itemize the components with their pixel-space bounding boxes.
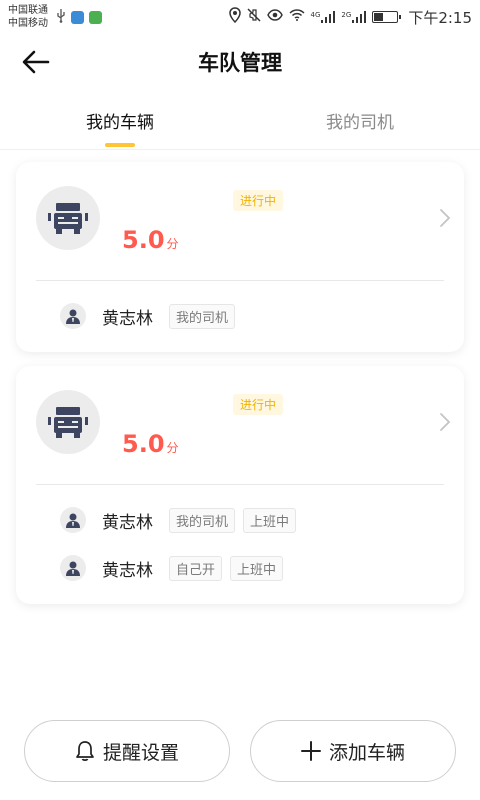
driver-tag: 我的司机 — [169, 507, 236, 533]
system-icons: 4G 2G 下午2:15 — [228, 7, 472, 28]
person-icon — [66, 513, 80, 528]
score-value: 5.0 — [122, 430, 165, 458]
driver-avatar — [60, 507, 86, 533]
truck-icon — [48, 203, 88, 234]
score-unit: 分 — [166, 441, 179, 455]
vehicle-avatar — [36, 186, 100, 250]
vehicle-score: 5.0 分 — [122, 430, 179, 458]
eye-icon — [266, 9, 283, 25]
back-button[interactable] — [20, 46, 52, 78]
driver-avatar — [60, 555, 86, 581]
chevron-right-icon — [440, 209, 451, 227]
location-icon — [228, 7, 241, 27]
driver-name: 黄志林 — [102, 560, 153, 581]
vehicle-card: 进行中 5.0 分 黄志林 我的司机 上班中 黄志林 自己开 上班中 — [16, 366, 464, 604]
carrier-2: 中国移动 — [8, 18, 48, 29]
tab-active-indicator — [105, 143, 135, 147]
tab-label: 我的司机 — [326, 113, 394, 133]
add-vehicle-label: 添加车辆 — [328, 741, 405, 764]
status-badge: 进行中 — [233, 190, 284, 211]
driver-tag: 上班中 — [243, 507, 297, 533]
person-icon — [66, 309, 80, 324]
status-bar: 中国联通 中国移动 4G 2G 下午2:15 — [0, 0, 480, 34]
truck-icon — [48, 407, 88, 438]
shield-app-icon — [71, 10, 84, 24]
tab-my-vehicles[interactable]: 我的车辆 — [0, 96, 240, 149]
vehicle-avatar — [36, 390, 100, 454]
mute-icon — [247, 8, 261, 26]
bell-icon — [75, 740, 95, 762]
remind-settings-label: 提醒设置 — [102, 741, 179, 764]
vehicle-card-header[interactable]: 进行中 5.0 分 — [16, 366, 464, 484]
signal-2g-icon: 2G — [341, 11, 367, 23]
driver-name: 黄志林 — [102, 512, 153, 533]
divider — [36, 484, 444, 485]
app-header: 车队管理 — [0, 34, 480, 90]
battery-icon — [372, 11, 402, 23]
driver-tag: 我的司机 — [169, 303, 236, 329]
add-vehicle-button[interactable]: 添加车辆 — [250, 720, 456, 782]
notification-icons — [56, 8, 102, 26]
driver-tag: 自己开 — [169, 555, 223, 581]
vehicle-card: 进行中 5.0 分 黄志林 我的司机 — [16, 162, 464, 352]
plus-icon — [300, 741, 321, 761]
clock: 下午2:15 — [408, 8, 472, 27]
tab-label: 我的车辆 — [86, 113, 154, 133]
tab-my-drivers[interactable]: 我的司机 — [240, 96, 480, 149]
wifi-icon — [289, 9, 305, 25]
calendar-app-icon — [89, 10, 102, 24]
vehicle-card-header[interactable]: 进行中 5.0 分 — [16, 162, 464, 280]
remind-settings-button[interactable]: 提醒设置 — [24, 720, 230, 782]
chevron-right-icon — [440, 413, 451, 431]
driver-row[interactable]: 黄志林 我的司机 上班中 — [60, 507, 304, 533]
score-value: 5.0 — [122, 226, 165, 254]
driver-name: 黄志林 — [102, 308, 153, 329]
network-4g-label: 4G — [310, 11, 321, 19]
network-2g-label: 2G — [341, 11, 352, 19]
person-icon — [66, 561, 80, 576]
status-badge: 进行中 — [233, 394, 284, 415]
battery-level — [374, 13, 383, 21]
driver-tag: 上班中 — [230, 555, 284, 581]
vehicle-score: 5.0 分 — [122, 226, 179, 254]
score-unit: 分 — [166, 237, 179, 251]
arrow-left-icon — [22, 50, 50, 74]
signal-4g-icon: 4G — [311, 11, 336, 23]
usb-icon — [56, 8, 66, 26]
carrier-labels: 中国联通 中国移动 — [8, 4, 48, 30]
divider — [36, 280, 444, 281]
driver-row[interactable]: 黄志林 自己开 上班中 — [60, 555, 291, 581]
carrier-1: 中国联通 — [8, 5, 48, 16]
driver-row[interactable]: 黄志林 我的司机 — [60, 303, 243, 329]
page-title: 车队管理 — [198, 51, 282, 75]
driver-avatar — [60, 303, 86, 329]
tab-bar: 我的车辆 我的司机 — [0, 96, 480, 150]
